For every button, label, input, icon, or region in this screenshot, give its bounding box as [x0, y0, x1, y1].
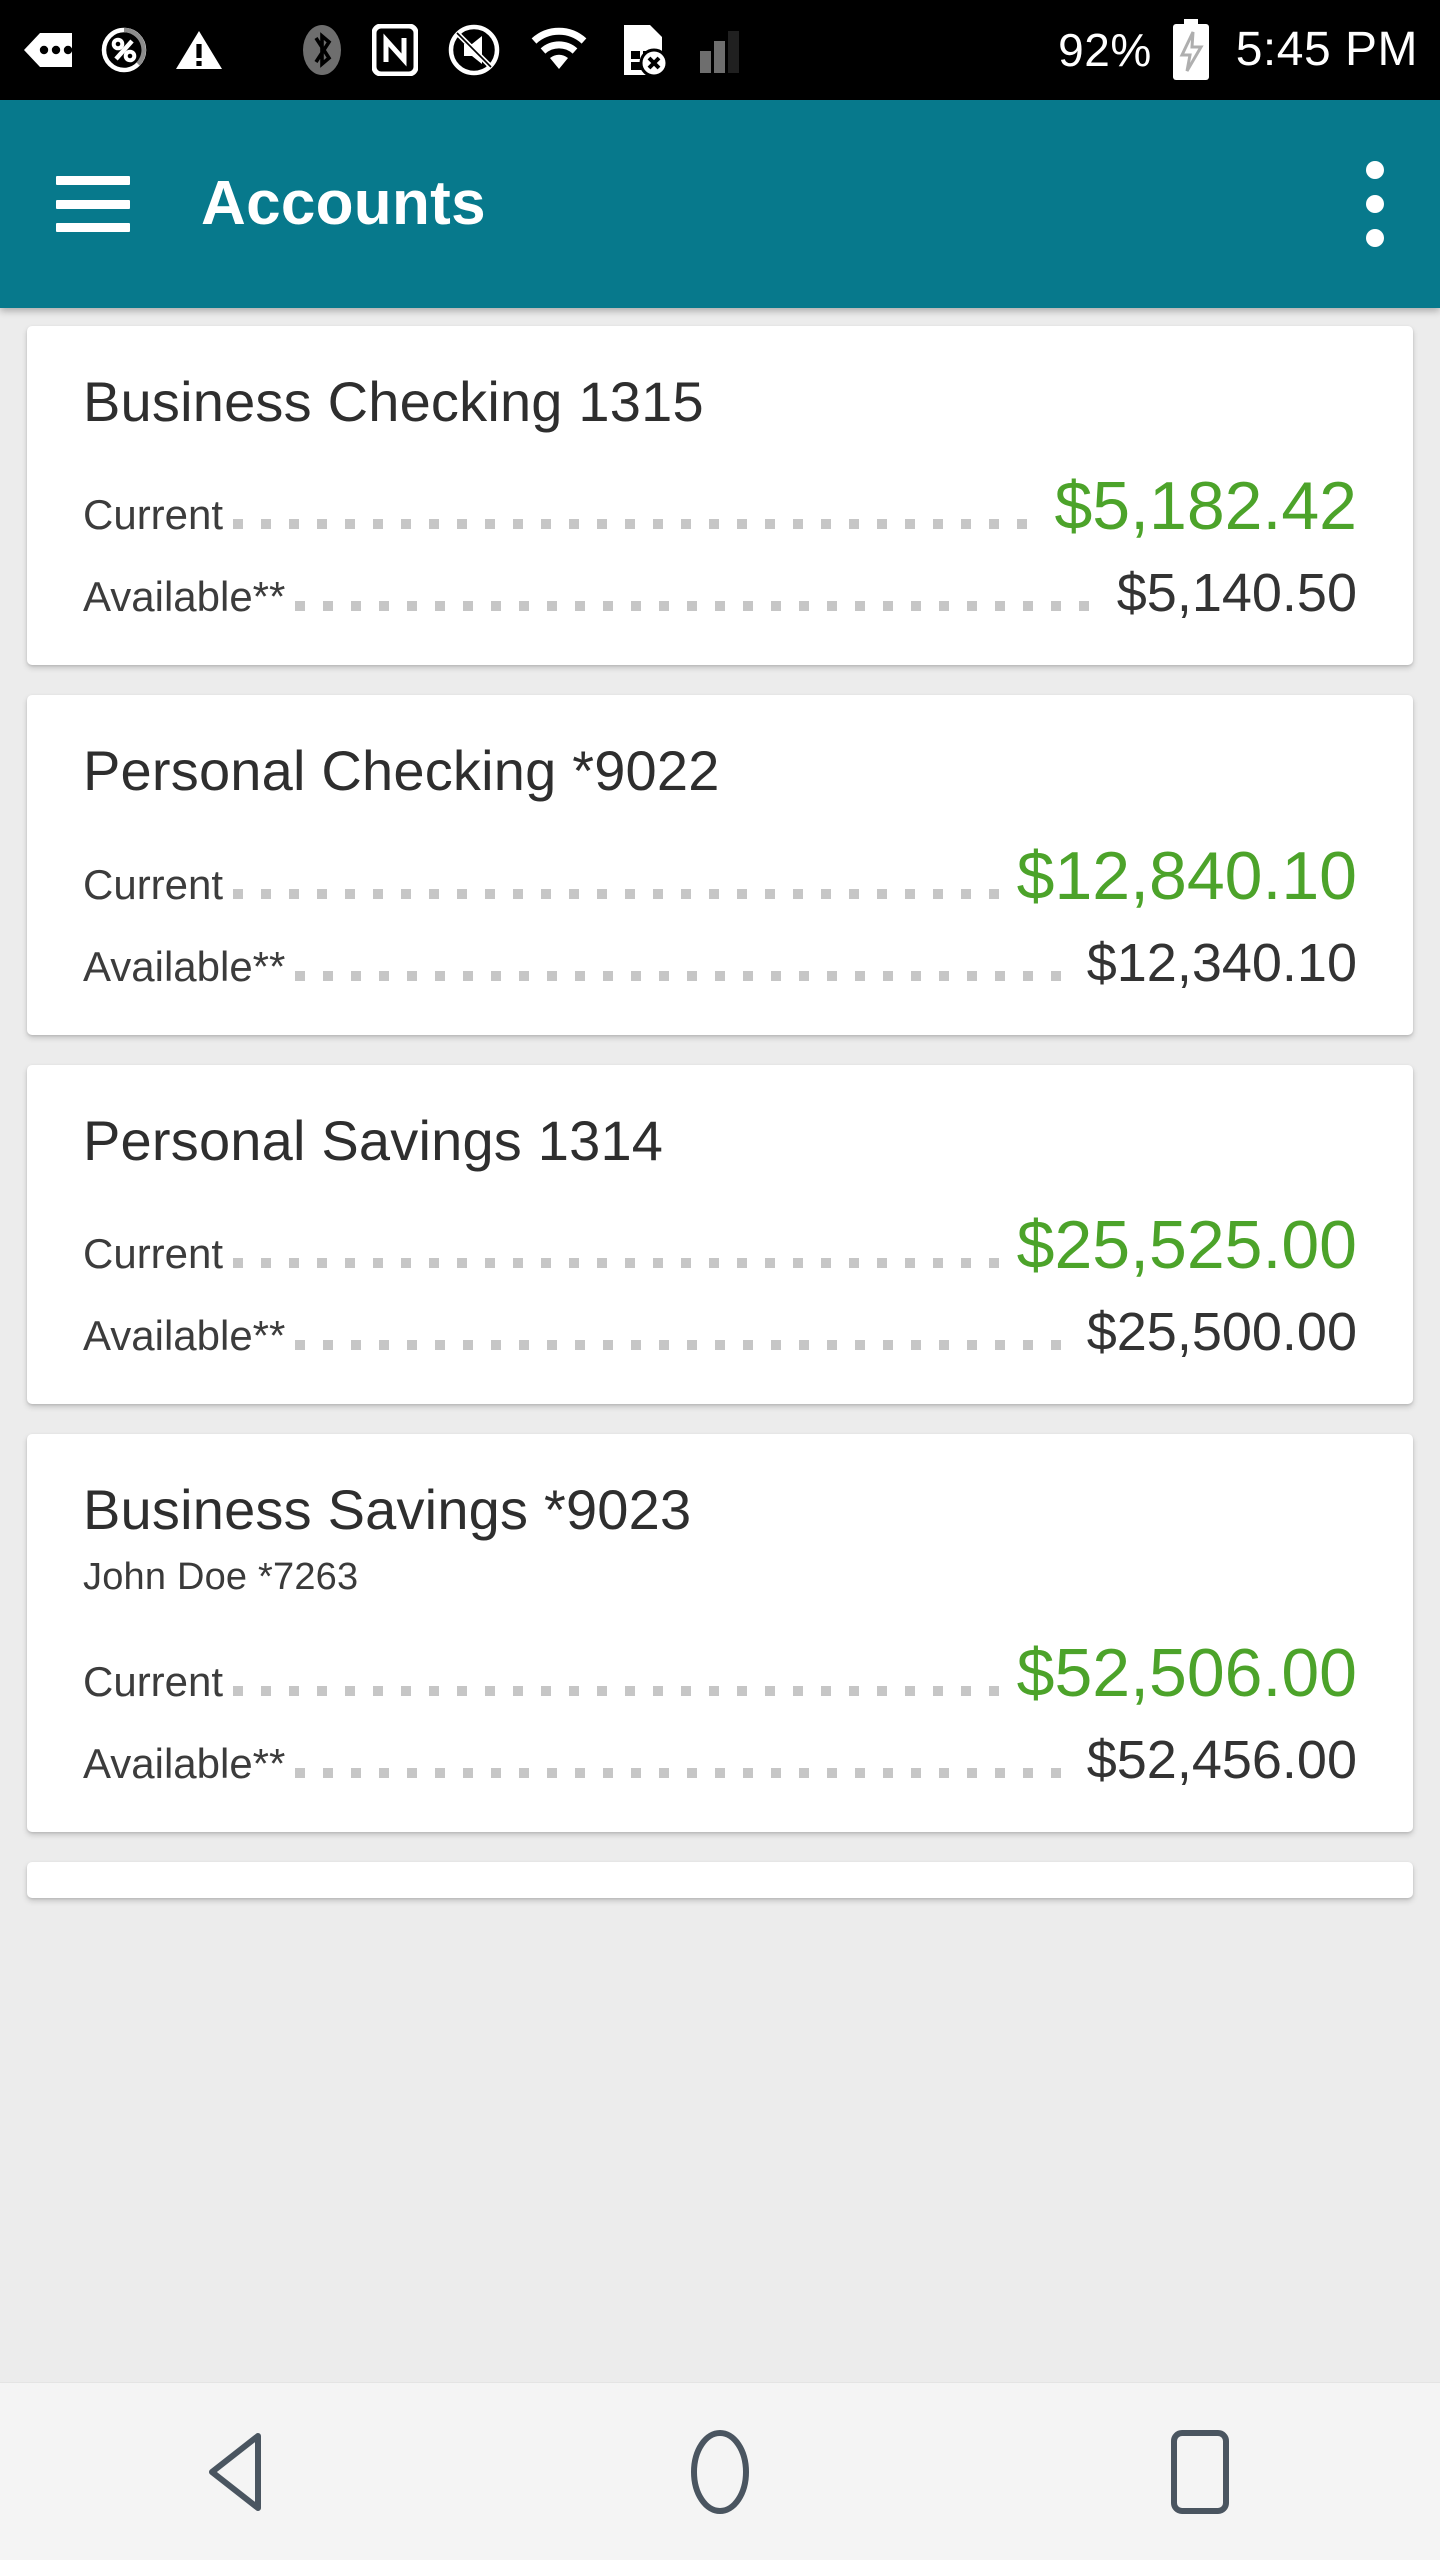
account-card[interactable]: Personal Checking *9022 Current $12,840.…	[27, 695, 1413, 1035]
current-label: Current	[83, 491, 224, 539]
leader-dots	[233, 1258, 1007, 1269]
leader-dots	[295, 1340, 1077, 1351]
available-row: Available** $52,456.00	[83, 1733, 1357, 1788]
status-bar-mid-icons	[302, 23, 748, 77]
status-bar: 92% 5:45 PM	[0, 0, 1440, 100]
current-label: Current	[83, 860, 224, 908]
available-value: $25,500.00	[1086, 1302, 1357, 1363]
leader-dots	[233, 1685, 1007, 1696]
recents-square-icon[interactable]	[1120, 2392, 1280, 2552]
current-value: $5,182.42	[1054, 468, 1357, 545]
signal-bars-icon	[698, 25, 748, 75]
app-bar: Accounts	[0, 100, 1440, 308]
scroll-fade	[0, 2334, 1440, 2382]
wifi-icon	[530, 27, 588, 73]
account-name: Business Checking 1315	[83, 370, 704, 433]
current-row: Current $25,525.00	[83, 1211, 1357, 1279]
leader-dots	[233, 519, 1045, 530]
account-holder: John Doe *7263	[83, 1555, 359, 1598]
back-triangle-icon[interactable]	[160, 2392, 320, 2552]
nfc-icon	[372, 24, 418, 76]
page-title: Accounts	[201, 169, 486, 238]
balance-rows: Current $52,506.00 Available** $52,456.0…	[83, 1639, 1357, 1788]
account-card[interactable]: Personal Savings 1314 Current $25,525.00…	[27, 1064, 1413, 1405]
current-row: Current $52,506.00	[83, 1639, 1357, 1707]
battery-charging-icon	[1170, 19, 1212, 81]
account-name: Business Savings *9023	[83, 1478, 692, 1542]
available-value: $12,340.10	[1086, 932, 1357, 993]
battery-percent-label: 92%	[1058, 24, 1152, 76]
accounts-list[interactable]: Business Checking 1315 Current $5,182.42…	[0, 308, 1440, 2382]
bluetooth-icon	[302, 24, 342, 76]
available-row: Available** $25,500.00	[83, 1305, 1357, 1360]
available-row: Available** $12,340.10	[83, 936, 1357, 991]
status-bar-clock: 5:45 PM	[1235, 23, 1418, 76]
balance-rows: Current $25,525.00 Available** $25,500.0…	[83, 1211, 1357, 1360]
current-row: Current $12,840.10	[83, 842, 1357, 910]
current-value: $52,506.00	[1016, 1634, 1357, 1711]
available-value: $5,140.50	[1116, 563, 1357, 624]
balance-rows: Current $12,840.10 Available** $12,340.1…	[83, 842, 1357, 991]
available-label: Available**	[83, 942, 286, 990]
current-row: Current $5,182.42	[83, 472, 1357, 540]
more-notifications-icon	[22, 30, 74, 70]
leader-dots	[295, 601, 1107, 612]
current-value: $12,840.10	[1016, 837, 1357, 914]
home-circle-icon[interactable]	[640, 2392, 800, 2552]
available-label: Available**	[83, 1312, 286, 1360]
current-value: $25,525.00	[1016, 1207, 1357, 1284]
leader-dots	[295, 1767, 1077, 1778]
mute-vibrate-off-icon	[448, 24, 500, 76]
warning-triangle-icon	[174, 28, 224, 72]
account-card-partial[interactable]	[27, 1861, 1413, 1898]
current-label: Current	[83, 1657, 224, 1705]
available-label: Available**	[83, 573, 286, 621]
leader-dots	[233, 888, 1007, 899]
current-label: Current	[83, 1230, 224, 1278]
sim-card-error-icon	[618, 23, 668, 77]
data-saver-percent-icon	[100, 26, 148, 74]
account-name: Personal Savings 1314	[83, 1108, 664, 1172]
balance-rows: Current $5,182.42 Available** $5,140.50	[83, 472, 1357, 621]
available-value: $52,456.00	[1086, 1729, 1357, 1790]
leader-dots	[295, 970, 1077, 981]
overflow-menu-icon[interactable]	[1366, 161, 1384, 247]
status-bar-right: 92% 5:45 PM	[1058, 19, 1418, 81]
hamburger-menu-icon[interactable]	[56, 176, 130, 232]
account-card[interactable]: Business Checking 1315 Current $5,182.42…	[27, 326, 1413, 666]
account-name: Personal Checking *9022	[83, 739, 720, 803]
system-navigation-bar	[0, 2382, 1440, 2560]
status-bar-left-icons	[22, 26, 224, 74]
account-card[interactable]: Business Savings *9023 John Doe *7263 Cu…	[27, 1434, 1413, 1832]
available-label: Available**	[83, 1739, 286, 1787]
phone-screen: 92% 5:45 PM Accounts Business Checking 1…	[0, 0, 1440, 2560]
available-row: Available** $5,140.50	[83, 566, 1357, 621]
